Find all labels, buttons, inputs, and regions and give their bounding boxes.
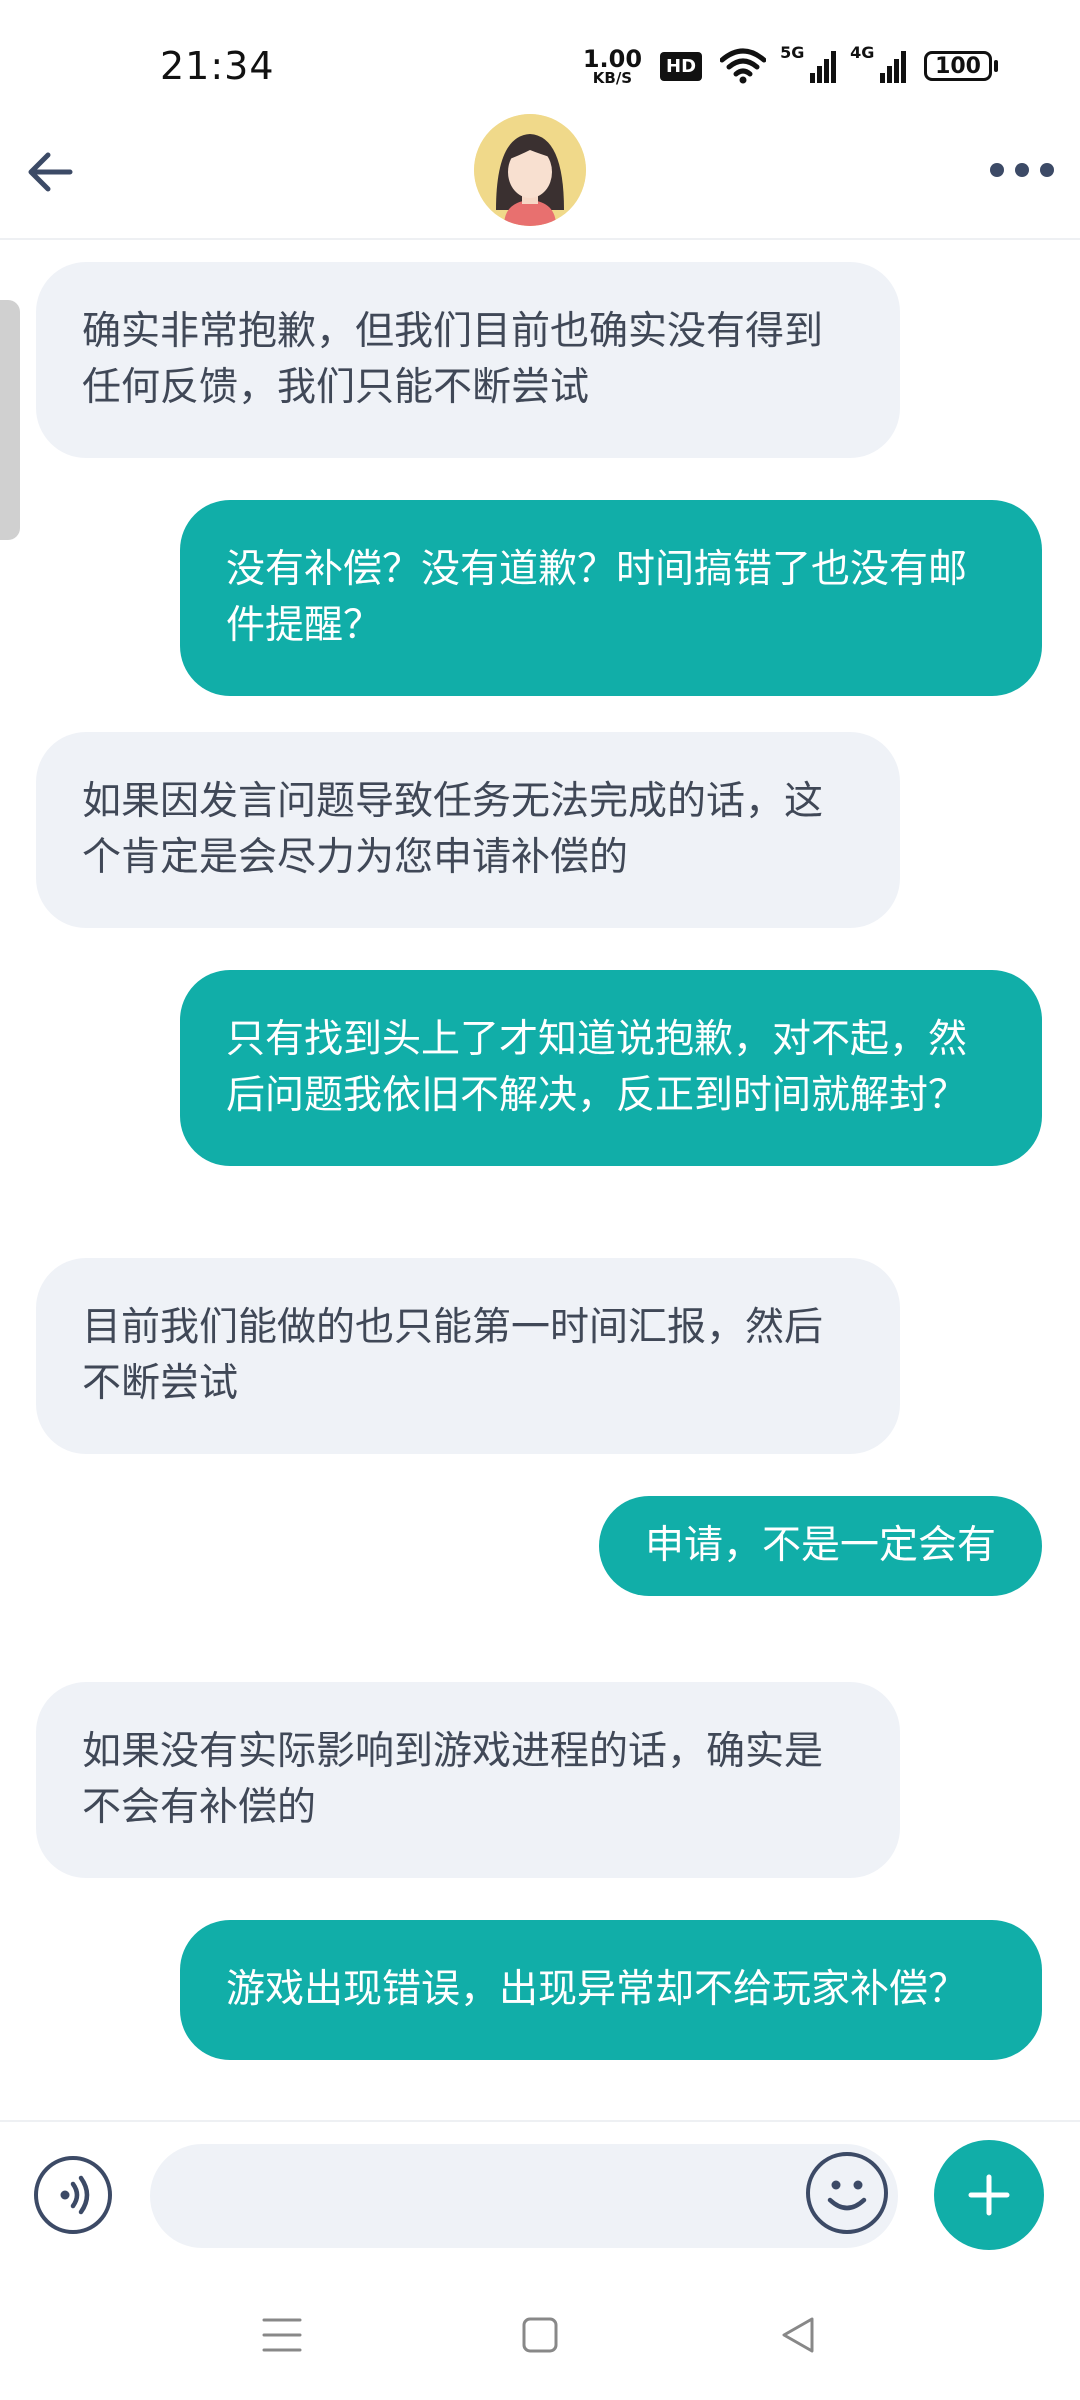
signal-4g-icon: 4G	[850, 43, 907, 83]
incoming-message[interactable]: 如果因发言问题导致任务无法完成的话，这个肯定是会尽力为您申请补偿的	[36, 732, 900, 928]
incoming-message[interactable]: 目前我们能做的也只能第一时间汇报，然后不断尝试	[36, 1258, 900, 1454]
incoming-message[interactable]: 如果没有实际影响到游戏进程的话，确实是不会有补偿的	[36, 1682, 900, 1878]
more-dot-icon	[990, 163, 1004, 177]
smiley-icon	[827, 2180, 867, 2211]
arrow-left-icon	[28, 152, 73, 192]
outgoing-message[interactable]: 没有补偿？没有道歉？时间搞错了也没有邮件提醒？	[180, 500, 1042, 696]
incoming-message[interactable]: 确实非常抱歉，但我们目前也确实没有得到任何反馈，我们只能不断尝试	[36, 262, 900, 458]
plus-icon	[968, 2174, 1010, 2216]
emoji-button[interactable]	[806, 2152, 888, 2234]
status-bar: 21:34 1.00 KB/S HD 5G 4G 100	[0, 0, 1080, 120]
home-square-icon	[522, 2317, 558, 2353]
more-dot-icon	[1015, 163, 1029, 177]
signal-4g-label: 4G	[850, 43, 875, 62]
contact-avatar[interactable]	[474, 114, 586, 226]
outgoing-message[interactable]: 只有找到头上了才知道说抱歉，对不起，然后问题我依旧不解决，反正到时间就解封？	[180, 970, 1042, 1166]
system-navigation-bar	[0, 2265, 1080, 2400]
outgoing-message[interactable]: 游戏出现错误，出现异常却不给玩家补偿？	[180, 1920, 1042, 2060]
more-options-button[interactable]	[982, 150, 1062, 190]
back-nav-button[interactable]	[768, 2305, 828, 2365]
voice-icon	[60, 2175, 90, 2215]
scroll-indicator[interactable]	[0, 300, 20, 540]
network-speed-unit: KB/S	[592, 68, 633, 87]
more-dot-icon	[1040, 163, 1054, 177]
voice-input-button[interactable]	[34, 2156, 112, 2234]
outgoing-message[interactable]: 申请，不是一定会有	[598, 1496, 1042, 1596]
composer-bar	[0, 2120, 1080, 2265]
signal-5g-icon: 5G	[780, 43, 837, 83]
home-button[interactable]	[510, 2305, 570, 2365]
battery-level: 100	[924, 51, 992, 81]
back-button[interactable]	[22, 144, 78, 200]
status-icons: 1.00 KB/S HD 5G 4G 100	[583, 43, 998, 88]
message-input[interactable]	[150, 2144, 898, 2248]
add-attachment-button[interactable]	[934, 2140, 1044, 2250]
avatar-girl-icon	[474, 114, 586, 226]
status-time: 21:34	[160, 44, 275, 88]
menu-button[interactable]	[252, 2305, 312, 2365]
battery-icon: 100	[924, 51, 998, 81]
wifi-icon	[720, 48, 767, 84]
hd-voice-icon: HD	[660, 51, 703, 81]
back-triangle-icon	[782, 2317, 814, 2353]
signal-5g-label: 5G	[780, 43, 805, 62]
network-speed: 1.00 KB/S	[583, 47, 642, 86]
network-speed-value: 1.00	[582, 44, 643, 73]
menu-icon	[262, 2318, 302, 2352]
message-list[interactable]: 确实非常抱歉，但我们目前也确实没有得到任何反馈，我们只能不断尝试 没有补偿？没有…	[0, 240, 1080, 2120]
